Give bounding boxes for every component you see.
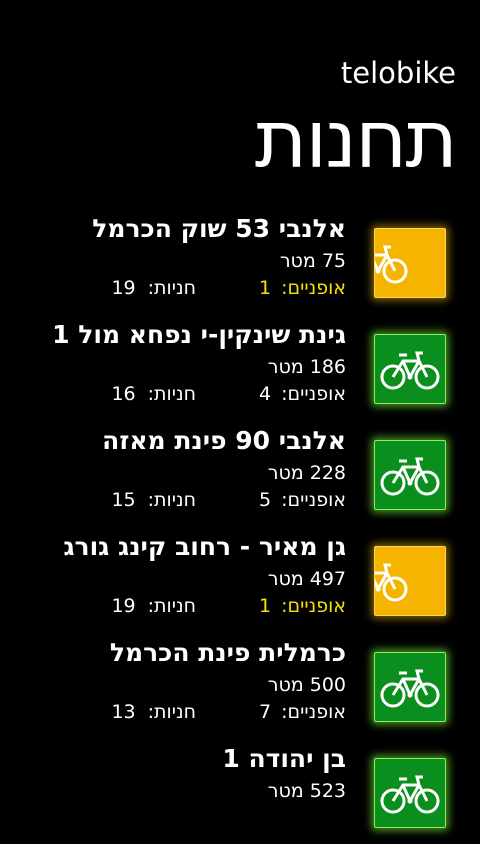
- bikes-available: אופניים: 4: [259, 381, 346, 407]
- bikes-available: אופניים: 1: [259, 275, 346, 301]
- docks-label: חניות:: [147, 277, 196, 299]
- station-status-tile: [374, 758, 446, 828]
- app-title: telobike: [340, 56, 456, 90]
- docks-available: חניות: 16: [111, 381, 196, 407]
- docks-count: 16: [111, 383, 136, 405]
- station-status-tile: [374, 228, 446, 298]
- page-title: תחנות: [254, 93, 458, 186]
- docks-label: חניות:: [147, 489, 196, 511]
- bicycle-icon: [380, 457, 440, 496]
- docks-count: 13: [111, 701, 136, 723]
- station-item[interactable]: אלנבי 90 פינת מאזה 228 מטר אופניים: 5 חני…: [0, 420, 480, 526]
- station-name: אלנבי 53 שוק הכרמל: [92, 214, 346, 243]
- docks-available: חניות: 13: [111, 699, 196, 725]
- bikes-count: 1: [259, 595, 272, 617]
- docks-label: חניות:: [147, 701, 196, 723]
- bikes-label: אופניים:: [281, 383, 346, 405]
- station-name: כרמלית פינת הכרמל: [109, 638, 346, 667]
- station-name: בן יהודה 1: [222, 744, 346, 773]
- station-name: אלנבי 90 פינת מאזה: [102, 426, 346, 455]
- bicycle-icon: [380, 669, 440, 708]
- station-status-tile: [374, 652, 446, 722]
- docks-available: חניות: 19: [111, 275, 196, 301]
- bicycle-icon: [380, 351, 440, 390]
- docks-label: חניות:: [147, 595, 196, 617]
- bikes-label: אופניים:: [281, 277, 346, 299]
- station-name: גן מאיר - רחוב קינג גורג: [63, 532, 346, 561]
- bicycle-icon: [375, 245, 408, 284]
- docks-count: 15: [111, 489, 136, 511]
- station-distance: 500 מטר: [267, 674, 346, 696]
- bikes-count: 7: [259, 701, 272, 723]
- station-distance: 75 מטר: [279, 250, 346, 272]
- station-status-tile: [374, 440, 446, 510]
- station-distance: 186 מטר: [267, 356, 346, 378]
- station-status-tile: [374, 546, 446, 616]
- station-distance: 497 מטר: [267, 568, 346, 590]
- bikes-count: 4: [259, 383, 272, 405]
- docks-count: 19: [111, 595, 136, 617]
- bikes-count: 5: [259, 489, 272, 511]
- bicycle-icon: [380, 775, 440, 814]
- station-distance: 228 מטר: [267, 462, 346, 484]
- docks-count: 19: [111, 277, 136, 299]
- bikes-label: אופניים:: [281, 489, 346, 511]
- bikes-available: אופניים: 7: [259, 699, 346, 725]
- bikes-available: אופניים: 5: [259, 487, 346, 513]
- station-item[interactable]: אלנבי 53 שוק הכרמל 75 מטר אופניים: 1 חניו…: [0, 208, 480, 314]
- station-status-tile: [374, 334, 446, 404]
- station-item[interactable]: בן יהודה 1 523 מטר: [0, 738, 480, 844]
- station-item[interactable]: גן מאיר - רחוב קינג גורג 497 מטר אופניים…: [0, 526, 480, 632]
- bikes-label: אופניים:: [281, 701, 346, 723]
- docks-available: חניות: 15: [111, 487, 196, 513]
- station-name: גינת שינקין-י נפחא מול 1: [52, 320, 346, 349]
- station-list[interactable]: אלנבי 53 שוק הכרמל 75 מטר אופניים: 1 חניו…: [0, 208, 480, 844]
- station-distance: 523 מטר: [267, 780, 346, 802]
- station-item[interactable]: כרמלית פינת הכרמל 500 מטר אופניים: 7 חניו…: [0, 632, 480, 738]
- bicycle-icon: [375, 563, 408, 602]
- docks-available: חניות: 19: [111, 593, 196, 619]
- docks-label: חניות:: [147, 383, 196, 405]
- bikes-available: אופניים: 1: [259, 593, 346, 619]
- bikes-count: 1: [259, 277, 272, 299]
- station-item[interactable]: גינת שינקין-י נפחא מול 1 186 מטר אופניים…: [0, 314, 480, 420]
- bikes-label: אופניים:: [281, 595, 346, 617]
